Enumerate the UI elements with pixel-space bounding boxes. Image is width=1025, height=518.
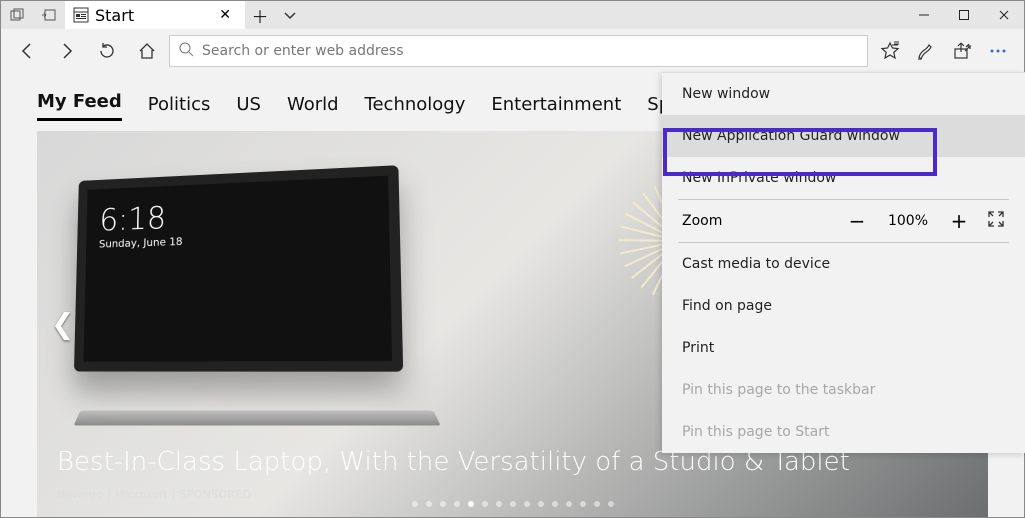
tab-close-button[interactable]: ✕ [215,6,235,24]
address-bar-placeholder: Search or enter web address [202,43,859,59]
new-tab-button[interactable]: ＋ [245,1,275,29]
address-bar[interactable]: Search or enter web address [169,35,868,67]
carousel-dot[interactable] [440,501,446,507]
home-button[interactable] [129,33,165,69]
back-button[interactable] [9,33,45,69]
toolbar: Search or enter web address [1,29,1024,73]
title-bar: Start ✕ ＋ [1,1,1024,29]
carousel-dot[interactable] [426,501,432,507]
carousel-dots[interactable] [37,501,988,507]
tab-actions-chevron-icon[interactable] [275,1,305,29]
hero-laptop-graphic: 6:18 Sunday, June 18 [67,171,427,421]
carousel-dot[interactable] [580,501,586,507]
feed-tab-politics[interactable]: Politics [148,94,211,121]
carousel-dot[interactable] [552,501,558,507]
fullscreen-button[interactable] [987,210,1005,232]
carousel-dot[interactable] [468,501,474,507]
tab-favicon [73,7,89,23]
window-close-button[interactable] [984,1,1024,29]
menu-new-inprivate-window[interactable]: New InPrivate window [662,157,1025,199]
window-maximize-button[interactable] [944,1,984,29]
hero-byline: Newegg | Microsoft | SPONSORED [57,488,968,501]
hero-clock-date: Sunday, June 18 [99,235,183,250]
feed-tab-us[interactable]: US [236,94,261,121]
feed-tab-entertainment[interactable]: Entertainment [491,94,621,121]
menu-pin-start: Pin this page to Start [662,411,1025,453]
zoom-out-button[interactable]: − [845,211,869,231]
menu-print[interactable]: Print [662,327,1025,369]
carousel-dot[interactable] [482,501,488,507]
forward-button[interactable] [49,33,85,69]
feed-tab-technology[interactable]: Technology [365,94,466,121]
notes-button[interactable] [908,33,944,69]
carousel-prev-button[interactable]: ❮ [43,300,82,349]
feed-tab-myfeed[interactable]: My Feed [37,91,122,121]
menu-cast-media[interactable]: Cast media to device [662,243,1025,285]
tab-title: Start [95,6,134,25]
carousel-dot[interactable] [566,501,572,507]
share-button[interactable] [944,33,980,69]
more-menu: New window New Application Guard window … [662,72,1025,453]
carousel-dot[interactable] [510,501,516,507]
menu-new-window[interactable]: New window [662,73,1025,115]
tabs-preview-icon[interactable] [1,8,33,22]
feed-tab-world[interactable]: World [287,94,339,121]
zoom-in-button[interactable]: + [947,211,971,231]
set-aside-tabs-icon[interactable] [33,8,65,22]
menu-find-on-page[interactable]: Find on page [662,285,1025,327]
hero-clock-time: 6:18 [99,199,183,238]
menu-pin-taskbar: Pin this page to the taskbar [662,369,1025,411]
carousel-dot[interactable] [608,501,614,507]
browser-tab[interactable]: Start ✕ [65,1,245,29]
window-minimize-button[interactable] [904,1,944,29]
refresh-button[interactable] [89,33,125,69]
search-icon [178,41,194,61]
carousel-dot[interactable] [412,501,418,507]
favorites-button[interactable] [872,33,908,69]
zoom-value: 100% [885,213,931,229]
carousel-dot[interactable] [538,501,544,507]
carousel-dot[interactable] [524,501,530,507]
carousel-dot[interactable] [594,501,600,507]
more-button[interactable] [980,33,1016,69]
carousel-dot[interactable] [496,501,502,507]
carousel-dot[interactable] [454,501,460,507]
menu-new-app-guard-window[interactable]: New Application Guard window [662,115,1025,157]
menu-zoom-label: Zoom [682,213,829,229]
